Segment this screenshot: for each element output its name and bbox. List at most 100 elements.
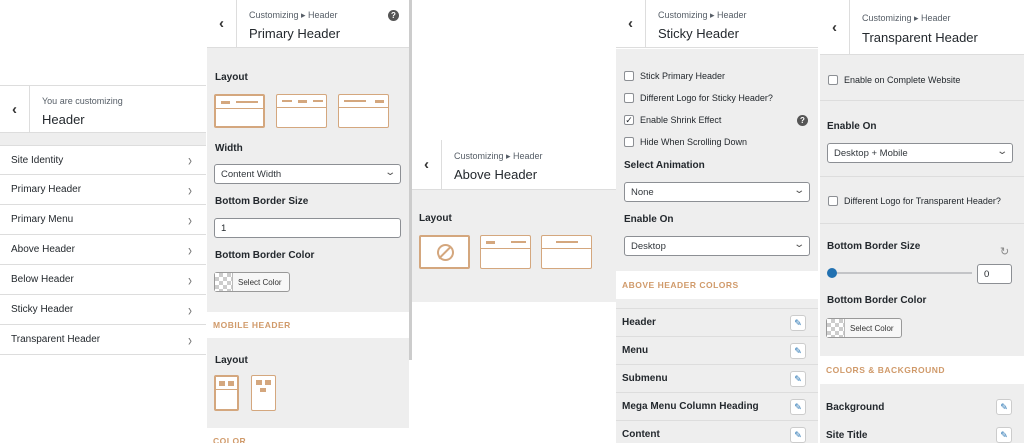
color-row-header: Header ✎ <box>616 308 818 336</box>
select-color-button[interactable]: Select Color <box>214 272 290 292</box>
border-size-slider-track[interactable] <box>832 272 972 274</box>
enable-on-select-value: Desktop + Mobile <box>834 148 908 159</box>
border-size-label: Bottom Border Size <box>827 241 921 252</box>
animation-select-value: None <box>631 187 654 198</box>
edit-pencil-icon[interactable]: ✎ <box>790 399 806 415</box>
checkbox-transparent-logo[interactable] <box>828 196 838 206</box>
checkbox-stick-primary[interactable] <box>624 71 634 81</box>
animation-label: Select Animation <box>624 160 705 171</box>
layout-option-3[interactable] <box>338 94 389 128</box>
above-header-colors-section: ABOVE HEADER COLORS <box>616 271 818 299</box>
checkbox-different-logo[interactable] <box>624 93 634 103</box>
edit-pencil-icon[interactable]: ✎ <box>996 399 1012 415</box>
chevron-right-icon: › <box>188 239 192 260</box>
mobile-layout-option-2[interactable] <box>251 375 276 411</box>
nav-item-site-identity[interactable]: Site Identity › <box>0 145 206 175</box>
select-color-label: Select Color <box>850 323 894 333</box>
layout-label: Layout <box>419 213 452 224</box>
mobile-layout-option-1[interactable] <box>214 375 239 411</box>
width-label: Width <box>215 143 243 154</box>
nav-item-primary-menu[interactable]: Primary Menu › <box>0 205 206 235</box>
enable-on-select-value: Desktop <box>631 241 666 252</box>
nav-item-label: Transparent Header <box>11 334 101 345</box>
border-size-input[interactable]: 1 <box>214 218 401 238</box>
chevron-down-icon: ⌄ <box>792 239 805 250</box>
nav-item-sticky-header[interactable]: Sticky Header › <box>0 295 206 325</box>
color-row-label: Menu <box>622 345 649 356</box>
panel-primary-header: ‹ Customizing ▸ Header Primary Header ? … <box>207 0 409 443</box>
panel-above-header: ‹ Customizing ▸ Header Above Header Layo… <box>412 0 616 443</box>
header-context: Customizing ▸ Header <box>862 13 951 23</box>
chevron-right-icon: › <box>188 299 192 320</box>
colors-section: COLOR <box>207 428 409 443</box>
border-color-label: Bottom Border Color <box>215 250 315 261</box>
chevron-right-icon: › <box>188 209 192 230</box>
nav-item-below-header[interactable]: Below Header › <box>0 265 206 295</box>
width-select[interactable]: Content Width ⌄ <box>214 164 401 184</box>
nav-item-label: Primary Header <box>11 184 82 195</box>
checkbox-label: Different Logo for Transparent Header? <box>844 196 1001 206</box>
panel-header-menu: ‹ You are customizing Header Site Identi… <box>0 0 206 443</box>
checkbox-label: Hide When Scrolling Down <box>640 137 748 147</box>
panel-sticky-header: ‹ Customizing ▸ Header Sticky Header Sti… <box>616 0 818 443</box>
reset-icon[interactable]: ↻ <box>1000 245 1009 258</box>
checkbox-label: Different Logo for Sticky Header? <box>640 93 773 103</box>
color-row-label: Mega Menu Column Heading <box>622 401 759 412</box>
header-context: You are customizing <box>42 96 123 106</box>
header-title: Header <box>42 112 85 127</box>
layout-option-3[interactable] <box>541 235 592 269</box>
checkbox-shrink-effect[interactable]: ✓ <box>624 115 634 125</box>
nav-item-label: Below Header <box>11 274 74 285</box>
edit-pencil-icon[interactable]: ✎ <box>790 427 806 443</box>
panel4-header: ‹ Customizing ▸ Header Sticky Header <box>616 0 818 48</box>
checkbox-label: Enable on Complete Website <box>844 75 961 85</box>
header-context: Customizing ▸ Header <box>249 10 338 20</box>
animation-select[interactable]: None ⌄ <box>624 182 810 202</box>
enable-on-select[interactable]: Desktop + Mobile ⌄ <box>827 143 1013 163</box>
panel3-header: ‹ Customizing ▸ Header Above Header <box>412 140 616 190</box>
layout-option-2[interactable] <box>480 235 531 269</box>
nav-item-label: Sticky Header <box>11 304 74 315</box>
width-select-value: Content Width <box>221 169 282 180</box>
back-button[interactable]: ‹ <box>412 140 442 189</box>
edit-pencil-icon[interactable]: ✎ <box>790 315 806 331</box>
checkbox-complete-website[interactable] <box>828 75 838 85</box>
header-title: Transparent Header <box>862 30 978 45</box>
layout-option-2[interactable] <box>276 94 327 128</box>
help-icon[interactable]: ? <box>797 115 808 126</box>
edit-pencil-icon[interactable]: ✎ <box>790 343 806 359</box>
edit-pencil-icon[interactable]: ✎ <box>790 371 806 387</box>
chevron-right-icon: › <box>188 329 192 350</box>
enable-on-label: Enable On <box>624 214 674 225</box>
chevron-right-icon: › <box>188 179 192 200</box>
layout-option-1[interactable] <box>214 94 265 128</box>
select-color-button[interactable]: Select Color <box>826 318 902 338</box>
back-button[interactable]: ‹ <box>0 86 30 132</box>
color-row-label: Background <box>826 401 885 413</box>
chevron-right-icon: › <box>188 269 192 290</box>
nav-item-transparent-header[interactable]: Transparent Header › <box>0 325 206 355</box>
chevron-down-icon: ⌄ <box>995 146 1008 157</box>
back-button[interactable]: ‹ <box>820 0 850 54</box>
checkbox-hide-scrolling[interactable] <box>624 137 634 147</box>
header-title: Primary Header <box>249 26 341 41</box>
layout-option-disabled[interactable] <box>419 235 470 269</box>
border-size-label: Bottom Border Size <box>215 196 309 207</box>
nav-item-above-header[interactable]: Above Header › <box>0 235 206 265</box>
colors-background-section: COLORS & BACKGROUND <box>820 356 1024 384</box>
color-row-background: Background ✎ <box>820 393 1024 421</box>
chevron-down-icon: ⌄ <box>792 185 805 196</box>
header-title: Above Header <box>454 167 538 182</box>
border-size-slider-handle[interactable] <box>827 268 837 278</box>
back-button[interactable]: ‹ <box>207 0 237 47</box>
color-row-label: Content <box>622 429 660 440</box>
color-row-submenu: Submenu ✎ <box>616 364 818 392</box>
help-icon[interactable]: ? <box>388 10 399 21</box>
edit-pencil-icon[interactable]: ✎ <box>996 427 1012 443</box>
border-size-input[interactable]: 0 <box>977 264 1012 284</box>
back-button[interactable]: ‹ <box>616 0 646 47</box>
enable-on-label: Enable On <box>827 121 877 132</box>
nav-item-label: Site Identity <box>11 154 64 166</box>
enable-on-select[interactable]: Desktop ⌄ <box>624 236 810 256</box>
nav-item-primary-header[interactable]: Primary Header › <box>0 175 206 205</box>
